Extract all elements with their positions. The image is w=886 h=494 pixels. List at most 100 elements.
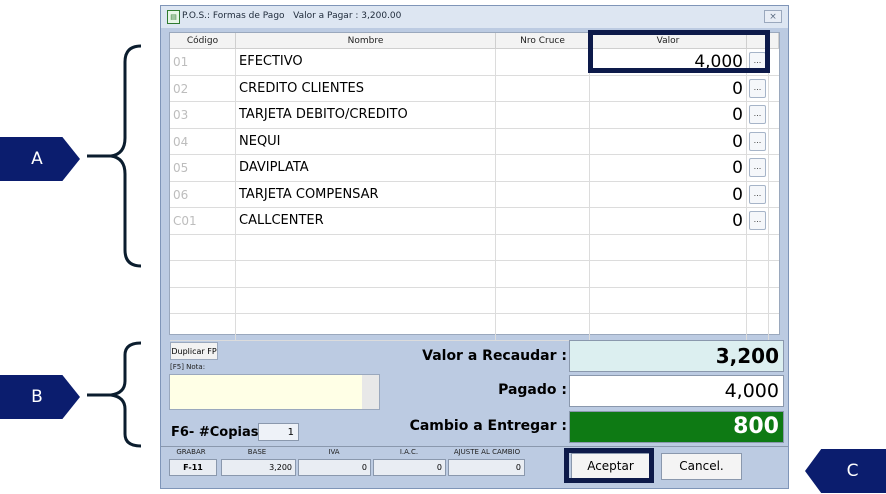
ellipsis-button[interactable]: ... (749, 211, 766, 230)
iac-label: I.A.C. (399, 448, 419, 456)
pagado-label: Pagado : (498, 382, 567, 398)
row-code: C01 (170, 208, 236, 234)
row-code: 05 (170, 155, 236, 181)
row-name: CREDITO CLIENTES (236, 75, 496, 101)
row-name: EFECTIVO (236, 49, 496, 75)
row-cruce[interactable] (496, 208, 590, 234)
table-row: 04 NEQUI 0... (170, 128, 779, 155)
iva-value: 0 (298, 459, 371, 476)
empty-row (170, 234, 779, 261)
row-code: 06 (170, 181, 236, 207)
table-row: 05 DAVIPLATA 0... (170, 155, 779, 182)
ellipsis-button[interactable]: ... (749, 158, 766, 177)
base-value: 3,200 (221, 459, 296, 476)
header-cruce: Nro Cruce (496, 33, 590, 49)
empty-row (170, 314, 779, 341)
ellipsis-button[interactable]: ... (749, 184, 766, 204)
base-label: BASE (247, 448, 267, 456)
row-name: TARJETA COMPENSAR (236, 181, 496, 207)
annotation-tag-c: C (805, 449, 886, 493)
grabar-value: F-11 (169, 459, 217, 476)
row-value[interactable]: 0 (590, 155, 747, 181)
row-cruce[interactable] (496, 49, 590, 75)
row-code (170, 314, 236, 340)
cambio-label: Cambio a Entregar : (409, 418, 567, 434)
row-code (170, 234, 236, 260)
row-cruce (496, 314, 590, 340)
recaudar-label: Valor a Recaudar : (422, 348, 567, 364)
row-name (236, 314, 496, 340)
row-name (236, 234, 496, 260)
annotation-tag-b: B (0, 375, 80, 419)
row-code: 02 (170, 75, 236, 101)
row-value[interactable]: 0 (590, 75, 747, 101)
row-button-cell (747, 314, 769, 340)
row-code: 01 (170, 49, 236, 75)
row-name: TARJETA DEBITO/CREDITO (236, 102, 496, 128)
row-cruce (496, 261, 590, 287)
table-row: 02 CREDITO CLIENTES 0... (170, 75, 779, 102)
empty-row (170, 287, 779, 314)
iva-label: IVA (328, 448, 340, 456)
bracket-a (87, 44, 142, 268)
nota-label: [F5] Nota: (170, 363, 206, 371)
row-button-cell: ... (747, 102, 769, 128)
pagado-value[interactable]: 4,000 (569, 375, 784, 407)
table-row: 03 TARJETA DEBITO/CREDITO 0... (170, 102, 779, 129)
row-cruce[interactable] (496, 128, 590, 154)
header-name: Nombre (236, 33, 496, 49)
grabar-label: GRABAR (176, 448, 206, 456)
row-code (170, 287, 236, 313)
row-cruce[interactable] (496, 155, 590, 181)
row-code: 03 (170, 102, 236, 128)
row-name (236, 287, 496, 313)
row-name: DAVIPLATA (236, 155, 496, 181)
row-button-cell: ... (747, 75, 769, 101)
row-button-cell (747, 234, 769, 260)
row-button-cell: ... (747, 181, 769, 207)
payment-grid: Código Nombre Nro Cruce Valor 01 EFECTIVO… (169, 32, 780, 341)
row-value[interactable]: 0 (590, 102, 747, 128)
row-button-cell: ... (747, 128, 769, 154)
iac-value: 0 (373, 459, 446, 476)
nota-input[interactable] (169, 374, 380, 410)
ellipsis-button[interactable]: ... (749, 105, 766, 124)
ellipsis-button[interactable]: ... (749, 78, 766, 98)
row-value[interactable]: 0 (590, 208, 747, 234)
cambio-value: 800 (569, 411, 784, 443)
window-title: P.O.S.: Formas de Pago Valor a Pagar : 3… (182, 11, 402, 21)
payment-methods-window: ▤ P.O.S.: Formas de Pago Valor a Pagar :… (160, 5, 789, 489)
header-scroll (769, 33, 779, 49)
row-button-cell: ... (747, 208, 769, 234)
recaudar-value: 3,200 (569, 340, 784, 372)
ajuste-label: AJUSTE AL CAMBIO (453, 448, 521, 456)
row-value[interactable]: 0 (590, 181, 747, 207)
row-name: CALLCENTER (236, 208, 496, 234)
row-button-cell (747, 287, 769, 313)
row-code: 04 (170, 128, 236, 154)
row-code (170, 261, 236, 287)
copias-label: F6- #Copias (171, 425, 259, 440)
row-cruce (496, 234, 590, 260)
nota-scrollbar[interactable] (362, 375, 379, 409)
ajuste-value: 0 (448, 459, 525, 476)
table-row: 06 TARJETA COMPENSAR 0... (170, 181, 779, 208)
close-button[interactable]: × (764, 10, 782, 23)
cancel-button[interactable]: Cancel. (661, 453, 742, 480)
row-value (590, 314, 747, 340)
row-cruce (496, 287, 590, 313)
table-row: C01 CALLCENTER 0... (170, 208, 779, 235)
divider (161, 446, 788, 447)
row-value (590, 261, 747, 287)
copias-input[interactable]: 1 (258, 423, 299, 441)
duplicar-fp-button[interactable]: Duplicar FP (170, 342, 218, 360)
row-cruce[interactable] (496, 181, 590, 207)
annotation-tag-a: A (0, 137, 80, 181)
empty-row (170, 261, 779, 288)
row-value[interactable]: 0 (590, 128, 747, 154)
row-cruce[interactable] (496, 102, 590, 128)
ellipsis-button[interactable]: ... (749, 131, 766, 151)
title-bar: ▤ P.O.S.: Formas de Pago Valor a Pagar :… (161, 6, 788, 28)
row-value (590, 287, 747, 313)
row-cruce[interactable] (496, 75, 590, 101)
